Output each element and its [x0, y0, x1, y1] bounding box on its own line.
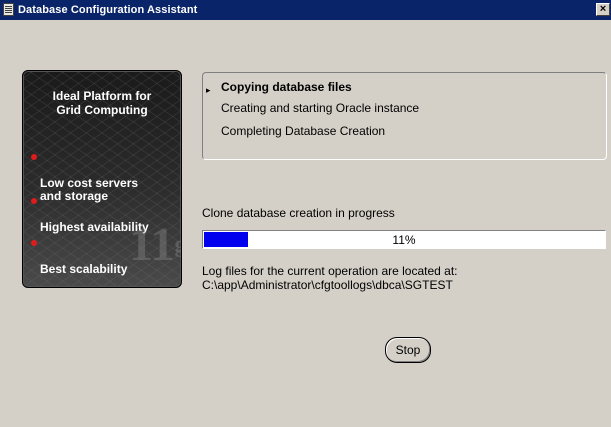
feature-item: Best scalability — [31, 237, 128, 276]
stop-button[interactable]: Stop — [385, 337, 431, 363]
window-title: Database Configuration Assistant — [18, 4, 198, 16]
bullet-icon — [31, 240, 37, 246]
current-step-arrow-icon: ▸ — [206, 85, 211, 95]
step-creating-starting-instance: Creating and starting Oracle instance — [221, 101, 420, 115]
progress-bar: 11% — [202, 230, 606, 249]
status-message: Clone database creation in progress — [202, 206, 395, 220]
oracle-11g-logo: 11g — [129, 218, 181, 271]
branding-title: Ideal Platform for Grid Computing — [52, 89, 152, 117]
step-copying-database-files: Copying database files — [221, 80, 352, 94]
bullet-icon — [31, 198, 37, 204]
feature-label: Best scalability — [40, 262, 128, 276]
title-bar: Database Configuration Assistant × — [0, 0, 611, 20]
step-completing-database-creation: Completing Database Creation — [221, 124, 386, 138]
log-files-label: Log files for the current operation are … — [202, 264, 458, 278]
application-icon — [3, 3, 14, 16]
bullet-icon — [31, 154, 37, 160]
branding-panel: Ideal Platform for Grid Computing Low co… — [22, 70, 182, 288]
log-files-path: C:\app\Administrator\cfgtoollogs\dbca\SG… — [202, 278, 453, 292]
steps-panel: ▸ Copying database files Creating and st… — [202, 72, 607, 160]
progress-percent-label: 11% — [392, 233, 416, 247]
close-button[interactable]: × — [596, 3, 610, 16]
